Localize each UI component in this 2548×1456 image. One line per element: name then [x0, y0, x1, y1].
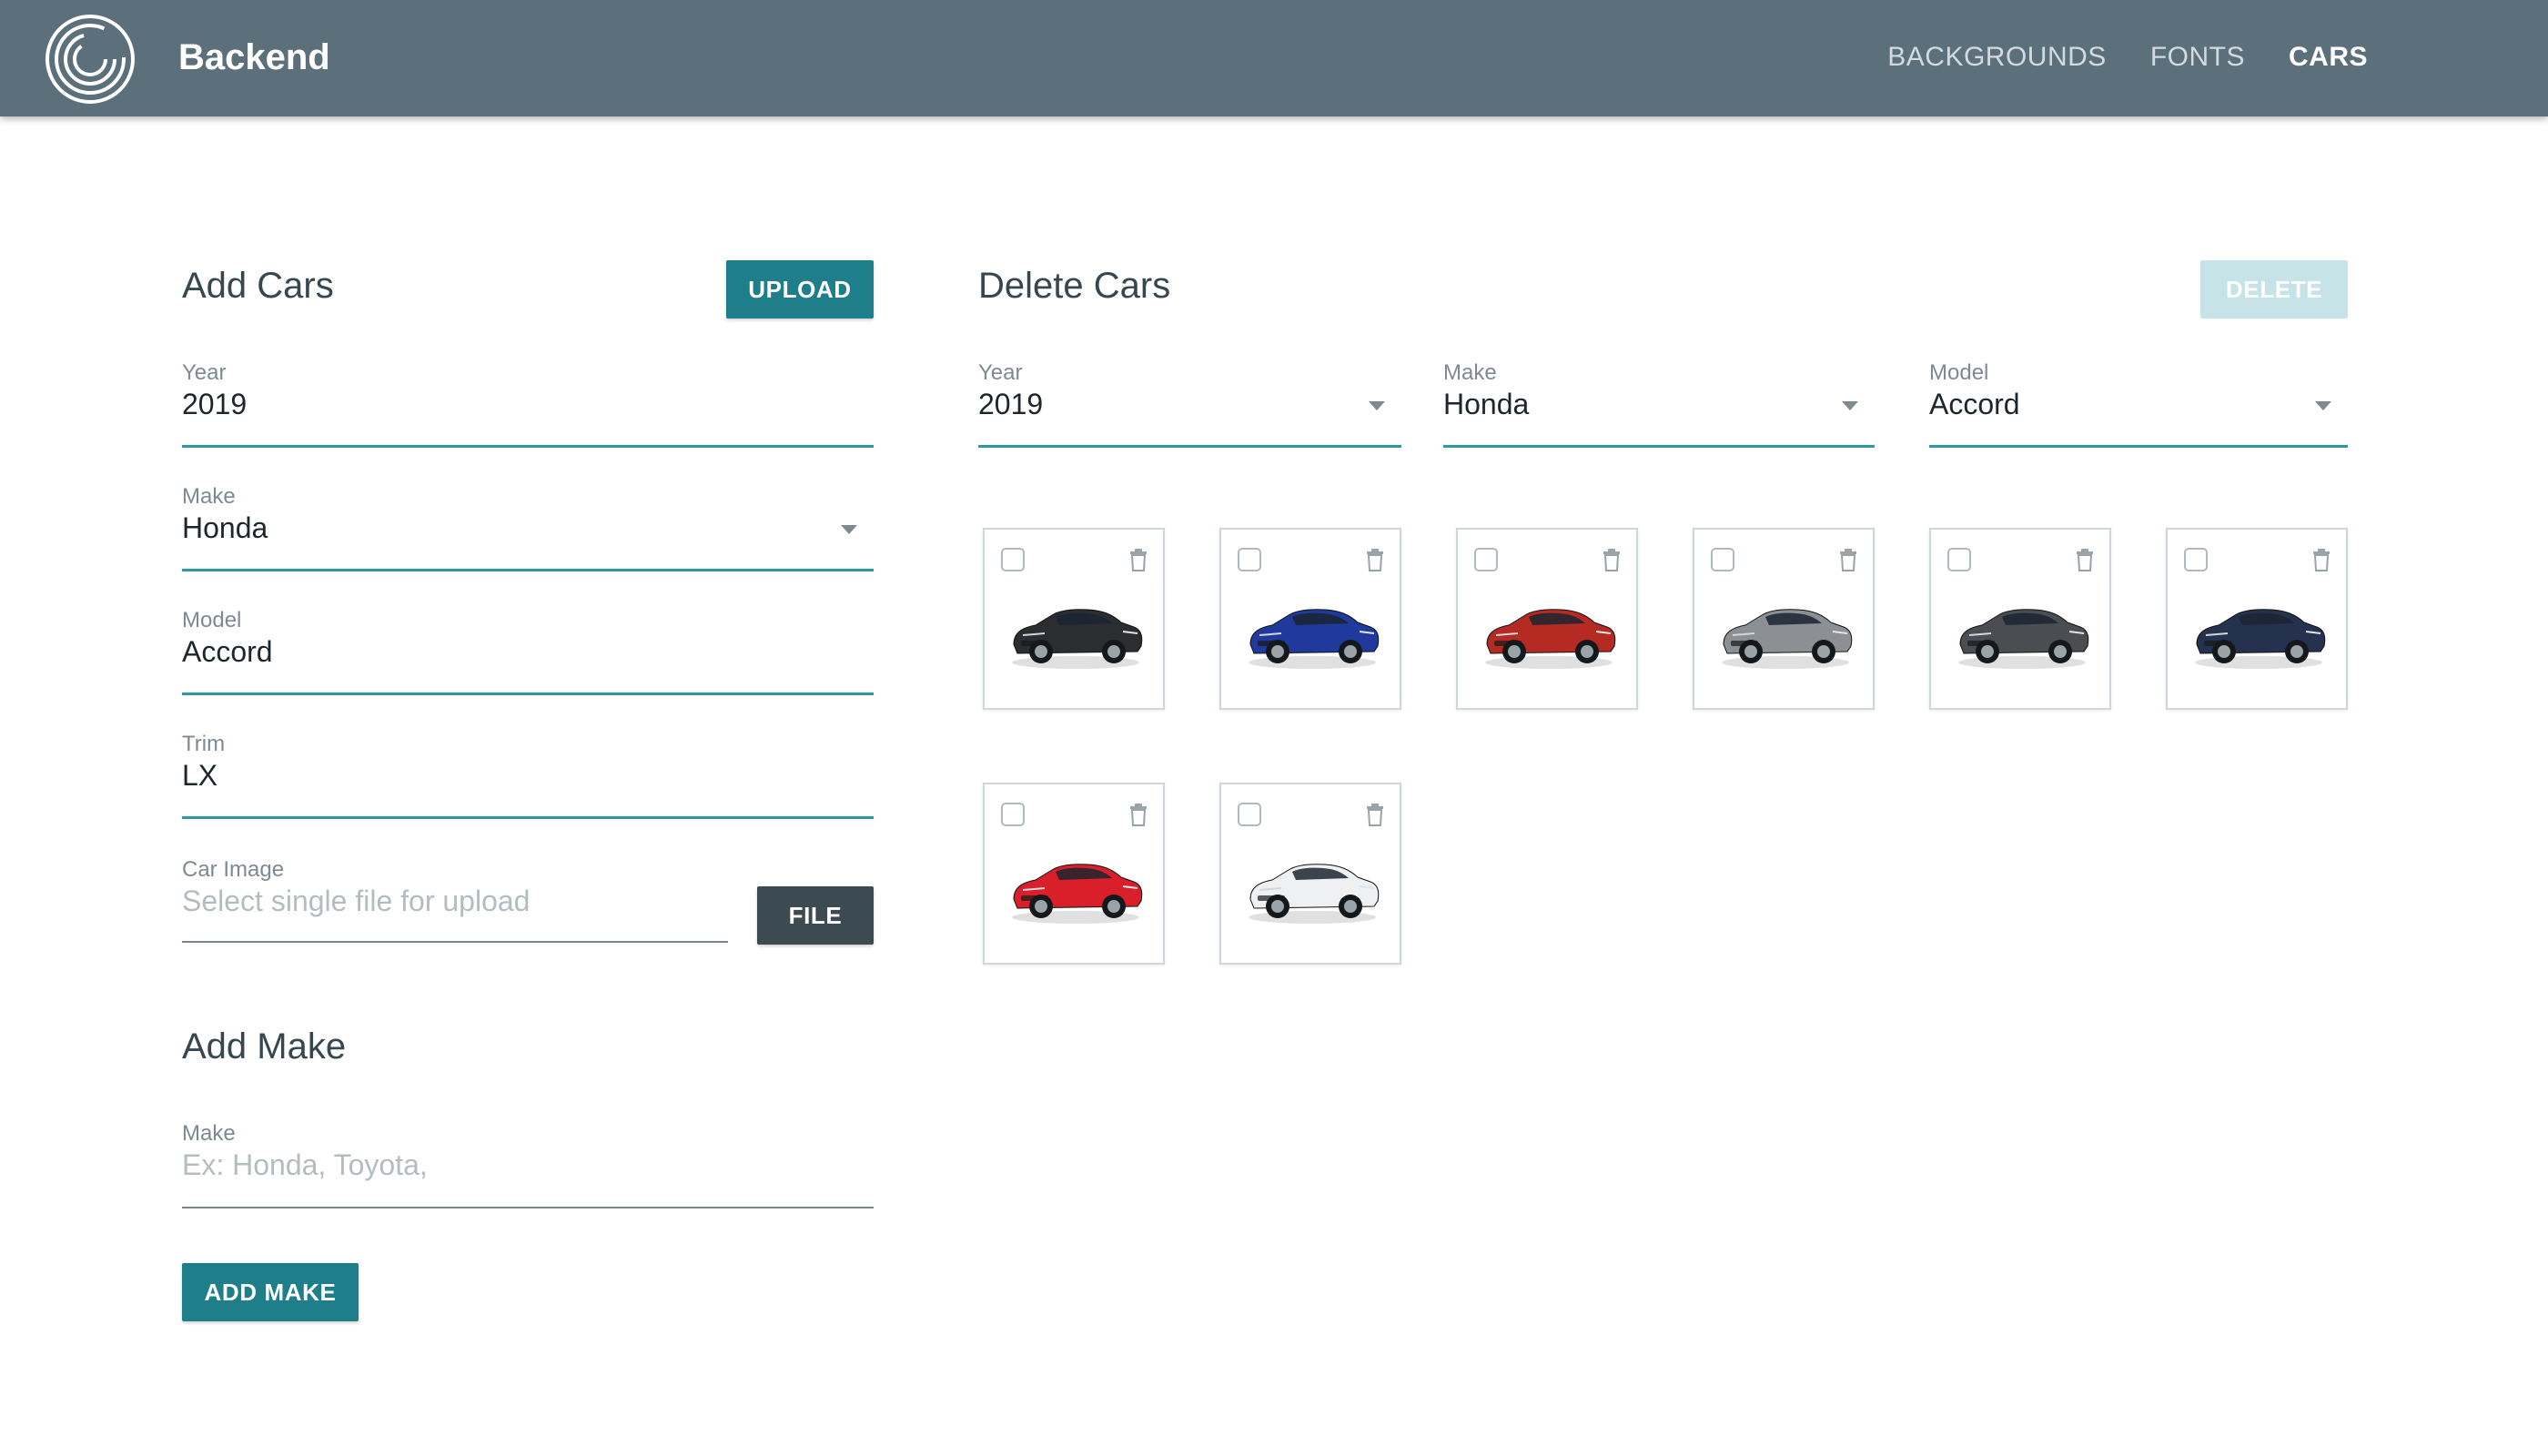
car-image [1005, 839, 1147, 930]
add-cars-title: Add Cars [182, 266, 334, 306]
delete-year-underline [978, 445, 1401, 448]
add-year-field[interactable]: Year 2019 [182, 360, 874, 448]
delete-button[interactable]: DELETE [2200, 260, 2348, 318]
car-select-checkbox[interactable] [2184, 548, 2208, 571]
app-header: Backend BACKGROUNDS FONTS CARS [0, 0, 2548, 116]
add-year-underline [182, 445, 874, 448]
chevron-down-icon[interactable] [1842, 401, 1858, 410]
car-select-checkbox[interactable] [1238, 803, 1261, 826]
chevron-down-icon[interactable] [2315, 401, 2331, 410]
chevron-down-icon[interactable] [841, 525, 857, 534]
nav-fonts[interactable]: FONTS [2150, 33, 2245, 82]
car-select-checkbox[interactable] [1001, 803, 1025, 826]
car-tile[interactable] [1219, 528, 1401, 710]
car-select-checkbox[interactable] [1238, 548, 1261, 571]
new-make-label: Make [182, 1121, 236, 1146]
delete-year-label: Year [978, 360, 1023, 385]
car-select-checkbox[interactable] [1474, 548, 1498, 571]
trash-icon[interactable] [1128, 548, 1148, 571]
car-select-checkbox[interactable] [1711, 548, 1734, 571]
trash-icon[interactable] [1365, 548, 1385, 571]
car-tile[interactable] [983, 783, 1165, 965]
car-image-underline [182, 941, 728, 943]
upload-button[interactable]: UPLOAD [726, 260, 874, 318]
file-button[interactable]: FILE [757, 886, 874, 945]
car-tile[interactable] [1929, 528, 2111, 710]
delete-model-select[interactable]: Model Accord [1929, 360, 2348, 448]
delete-year-value: 2019 [978, 388, 1044, 420]
car-image [1241, 584, 1383, 675]
main-nav: BACKGROUNDS FONTS CARS [1887, 33, 2368, 82]
delete-make-label: Make [1443, 360, 1497, 385]
delete-cars-title: Delete Cars [978, 266, 1171, 306]
add-model-underline [182, 693, 874, 695]
car-image [1951, 584, 2093, 675]
add-model-field[interactable]: Model Accord [182, 608, 874, 695]
car-tile[interactable] [1693, 528, 1875, 710]
add-trim-label: Trim [182, 732, 226, 756]
trash-icon[interactable] [1365, 803, 1385, 826]
add-trim-underline [182, 816, 874, 819]
add-model-label: Model [182, 608, 242, 632]
car-image [1005, 584, 1147, 675]
car-tile[interactable] [983, 528, 1165, 710]
add-make-value: Honda [182, 511, 268, 544]
car-image-placeholder: Select single file for upload [182, 885, 531, 917]
add-make-select[interactable]: Make Honda [182, 484, 874, 571]
add-make-label: Make [182, 484, 236, 509]
car-tile[interactable] [1456, 528, 1638, 710]
car-image [1478, 584, 1620, 675]
trash-icon[interactable] [2075, 548, 2095, 571]
nav-cars[interactable]: CARS [2289, 33, 2368, 82]
delete-make-select[interactable]: Make Honda [1443, 360, 1875, 448]
delete-make-underline [1443, 445, 1875, 448]
car-select-checkbox[interactable] [1001, 548, 1025, 571]
add-make-underline [182, 569, 874, 571]
car-image-file-field[interactable]: Car Image Select single file for upload [182, 857, 728, 943]
car-image-label: Car Image [182, 857, 285, 882]
app-title: Backend [178, 37, 330, 77]
nav-backgrounds[interactable]: BACKGROUNDS [1887, 33, 2107, 82]
new-make-placeholder: Ex: Honda, Toyota, [182, 1148, 428, 1181]
trash-icon[interactable] [1602, 548, 1622, 571]
delete-model-underline [1929, 445, 2348, 448]
add-year-value: 2019 [182, 388, 248, 420]
car-tile[interactable] [1219, 783, 1401, 965]
car-tile[interactable] [2166, 528, 2348, 710]
add-model-value: Accord [182, 635, 273, 668]
delete-model-value: Accord [1929, 388, 2020, 420]
app-logo-icon[interactable] [44, 13, 136, 106]
delete-make-value: Honda [1443, 388, 1530, 420]
trash-icon[interactable] [2311, 548, 2331, 571]
trash-icon[interactable] [1128, 803, 1148, 826]
new-make-field[interactable]: Make Ex: Honda, Toyota, [182, 1121, 874, 1208]
add-trim-value: LX [182, 759, 218, 792]
car-image [1241, 839, 1383, 930]
delete-model-label: Model [1929, 360, 1989, 385]
trash-icon[interactable] [1838, 548, 1858, 571]
add-make-title: Add Make [182, 1026, 347, 1067]
add-trim-field[interactable]: Trim LX [182, 732, 874, 819]
add-make-button[interactable]: ADD MAKE [182, 1263, 359, 1321]
new-make-underline [182, 1207, 874, 1208]
add-year-label: Year [182, 360, 227, 385]
chevron-down-icon[interactable] [1369, 401, 1385, 410]
car-image [2188, 584, 2330, 675]
car-image [1714, 584, 1856, 675]
car-select-checkbox[interactable] [1947, 548, 1971, 571]
delete-year-select[interactable]: Year 2019 [978, 360, 1401, 448]
